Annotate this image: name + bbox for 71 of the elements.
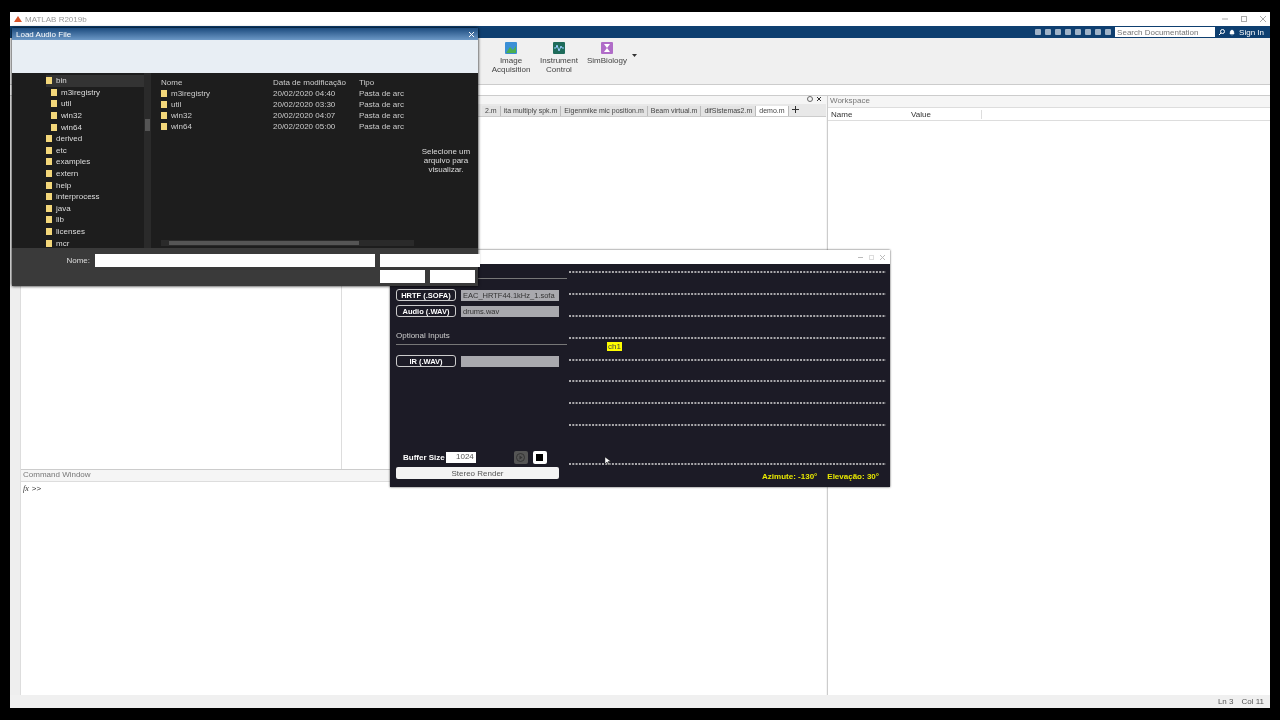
azimuth-readout: Azimute: -130° <box>762 472 818 481</box>
folder-tree-item[interactable]: derived <box>46 132 83 145</box>
column-header[interactable]: Data de modificação <box>273 78 359 87</box>
file-name[interactable]: win64 <box>161 122 273 131</box>
file-field[interactable] <box>461 355 559 367</box>
add-tab-icon[interactable] <box>791 106 799 113</box>
folder-tree-item[interactable]: win64 <box>51 121 82 133</box>
folder-tree-item[interactable]: util <box>51 98 72 110</box>
file-type: Pasta de arc <box>359 89 405 98</box>
folder-tree-item[interactable]: m3iregistry <box>51 86 101 99</box>
command-prompt[interactable]: >> <box>31 484 42 493</box>
close-icon[interactable] <box>816 96 822 102</box>
app-button[interactable]: Image Acquisition <box>488 42 534 74</box>
file-name[interactable]: win32 <box>161 111 273 120</box>
cursor-icon <box>605 457 611 465</box>
modified-date: 20/02/2020 03:30 <box>273 100 337 109</box>
column-header[interactable]: Name <box>828 109 911 119</box>
folder-tree-item[interactable]: lib <box>46 214 64 226</box>
line-indicator: Ln 3 <box>1217 697 1234 706</box>
window-title: MATLAB R2019b <box>25 14 87 24</box>
search-field[interactable]: Search Documentation <box>1115 27 1216 37</box>
file-type: Pasta de arc <box>359 122 405 131</box>
file-type: Pasta de arc <box>359 111 405 120</box>
modified-date: 20/02/2020 04:40 <box>273 89 337 98</box>
scrollbar-thumb[interactable] <box>145 119 150 131</box>
app-button[interactable]: SimBiology <box>584 42 630 65</box>
channel-label[interactable]: ch1 <box>607 342 622 351</box>
stop-icon <box>536 454 544 461</box>
stop-button[interactable] <box>532 451 547 464</box>
folder-tree-item[interactable]: win32 <box>51 109 82 122</box>
folder-tree-item[interactable]: bin <box>46 75 144 87</box>
hourglass-icon <box>601 42 613 54</box>
file-type: Pasta de arc <box>359 100 405 109</box>
file-name-field[interactable] <box>95 254 375 267</box>
modified-date: 20/02/2020 04:07 <box>273 111 337 120</box>
column-header[interactable]: Tipo <box>359 78 413 87</box>
matlab-logo-icon <box>14 15 22 23</box>
buffer-size-field[interactable]: 1024 <box>445 452 476 463</box>
folder-tree-item[interactable]: java <box>46 202 71 215</box>
file-name-label: Nome: <box>65 256 90 265</box>
column-header[interactable]: Nome <box>161 78 273 87</box>
folder-tree-item[interactable]: extern <box>46 167 79 180</box>
scrollbar-thumb[interactable] <box>169 241 359 245</box>
folder-tree-item[interactable]: help <box>46 179 72 191</box>
buffer-size-label: Buffer Size <box>403 453 445 462</box>
play-icon <box>516 453 526 462</box>
search-icon[interactable] <box>1219 29 1226 35</box>
image-acquisition-icon <box>505 42 517 54</box>
modified-date: 20/02/2020 05:00 <box>273 122 337 131</box>
file-name[interactable]: util <box>161 100 273 109</box>
preview-hint: Selecione um arquivo para visualizar. <box>420 146 472 176</box>
bell-icon[interactable] <box>1229 28 1236 36</box>
sign-in-link[interactable]: Sign In <box>1239 27 1264 37</box>
dialog-title: Load Audio File <box>16 29 72 39</box>
app-button[interactable]: Instrument Control <box>536 42 582 74</box>
options-icon[interactable] <box>807 96 813 102</box>
waveform-icon <box>553 42 565 54</box>
folder-tree-item[interactable]: examples <box>46 156 91 168</box>
folder-tree-item[interactable]: etc <box>46 144 67 157</box>
section-title: Optional Inputs <box>396 331 451 340</box>
folder-tree-item[interactable]: interprocess <box>46 190 100 203</box>
elevation-readout: Elevação: 30° <box>827 472 879 481</box>
caret-icon[interactable] <box>632 54 637 57</box>
folder-tree-item[interactable]: licenses <box>46 225 85 238</box>
file-name[interactable]: m3iregistry <box>161 89 273 98</box>
fx-label: fx <box>23 484 29 493</box>
stereo-render-button[interactable]: Stereo Render <box>396 467 559 479</box>
column-header[interactable]: Value <box>911 109 982 119</box>
panel-title: Workspace <box>828 96 1270 108</box>
folder-tree-item[interactable]: mcr <box>46 237 70 248</box>
column-indicator: Col 11 <box>1241 697 1264 706</box>
